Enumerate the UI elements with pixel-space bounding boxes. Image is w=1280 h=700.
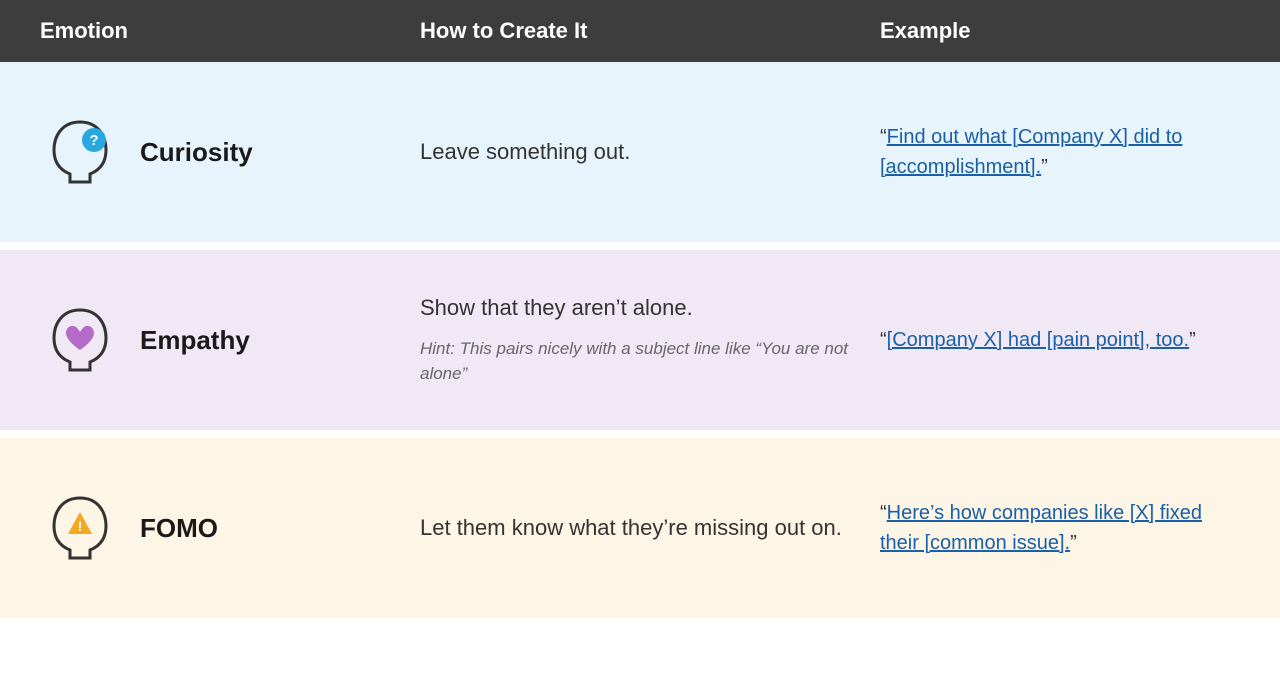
example-link-fomo[interactable]: Here’s how companies like [X] fixed thei… [880,502,1202,554]
emotion-cell-fomo: ! FOMO [40,488,420,568]
svg-text:!: ! [78,518,83,534]
table-header: Emotion How to Create It Example [0,0,1280,62]
emotion-label-empathy: Empathy [140,325,250,356]
curiosity-icon: ? [40,112,120,192]
emotion-cell-curiosity: ? Curiosity [40,112,420,192]
example-suffix-fomo: ” [1070,532,1077,554]
header-example: Example [880,18,1240,44]
example-suffix-empathy: ” [1189,329,1196,351]
table-row: ! FOMO Let them know what they’re missin… [0,438,1280,618]
how-to-hint-empathy: Hint: This pairs nicely with a subject l… [420,336,850,387]
example-prefix-fomo: “ [880,502,887,524]
table-row: Empathy Show that they aren’t alone. Hin… [0,250,1280,430]
example-link-empathy[interactable]: [Company X] had [pain point], too. [887,329,1189,351]
svg-text:?: ? [89,132,98,149]
how-to-empathy: Show that they aren’t alone. Hint: This … [420,293,880,387]
header-emotion: Emotion [40,18,420,44]
example-fomo: “Here’s how companies like [X] fixed the… [880,498,1240,558]
example-curiosity: “Find out what [Company X] did to [accom… [880,122,1240,182]
header-how-to: How to Create It [420,18,880,44]
emotion-cell-empathy: Empathy [40,300,420,380]
example-link-curiosity[interactable]: Find out what [Company X] did to [accomp… [880,126,1182,178]
divider-2 [0,430,1280,438]
how-to-curiosity: Leave something out. [420,137,880,168]
emotion-label-curiosity: Curiosity [140,137,253,168]
how-to-main-empathy: Show that they aren’t alone. [420,293,850,324]
example-empathy: “[Company X] had [pain point], too.” [880,325,1240,355]
how-to-main-fomo: Let them know what they’re missing out o… [420,513,850,544]
how-to-main-curiosity: Leave something out. [420,137,850,168]
fomo-icon: ! [40,488,120,568]
example-prefix-curiosity: “ [880,126,887,148]
example-prefix-empathy: “ [880,329,887,351]
table-row: ? Curiosity Leave something out. “Find o… [0,62,1280,242]
how-to-fomo: Let them know what they’re missing out o… [420,513,880,544]
example-suffix-curiosity: ” [1041,156,1048,178]
emotion-label-fomo: FOMO [140,513,218,544]
empathy-icon [40,300,120,380]
divider-1 [0,242,1280,250]
